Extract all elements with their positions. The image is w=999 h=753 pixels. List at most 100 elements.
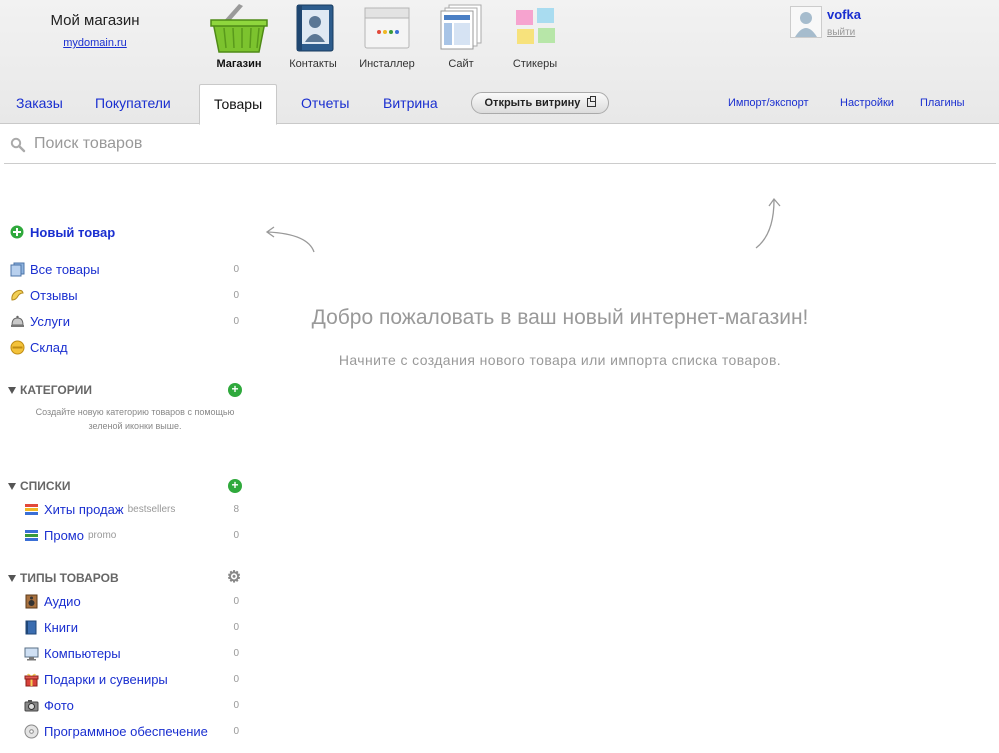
add-category-icon[interactable]: + (228, 383, 242, 397)
store-name: Мой магазин (50, 12, 140, 29)
item-count: 0 (233, 673, 239, 685)
services-bell-icon (10, 314, 25, 329)
tab-reports[interactable]: Отчеты (287, 84, 363, 124)
installer-icon (357, 2, 417, 54)
collapse-triangle-icon (8, 386, 16, 394)
logout-link[interactable]: выйти (827, 27, 855, 38)
sidebar-item-label: Склад (30, 339, 68, 355)
camera-icon (24, 698, 39, 713)
store-domain-link[interactable]: mydomain.ru (20, 37, 170, 49)
software-disc-icon (24, 724, 39, 739)
type-item-software[interactable]: Программное обеспечение 0 (24, 721, 242, 741)
section-title: СПИСКИ (20, 479, 71, 493)
lists-section-header[interactable]: СПИСКИ + (8, 478, 242, 494)
computer-icon (24, 646, 39, 661)
stickers-icon (505, 2, 565, 54)
books-icon (24, 620, 39, 635)
product-types-section-header[interactable]: ТИПЫ ТОВАРОВ ⚙ (8, 570, 242, 586)
type-item-label: Фото (44, 697, 74, 713)
sidebar-item-reviews[interactable]: Отзывы 0 (10, 285, 242, 305)
audio-speaker-icon (24, 594, 39, 609)
type-item-label: Аудио (44, 593, 81, 609)
type-item-computers[interactable]: Компьютеры 0 (24, 643, 242, 663)
tab-products[interactable]: Товары (199, 84, 278, 125)
list-item-id: bestsellers (127, 503, 176, 515)
sidebar: Новый товар Все товары 0 Отзывы 0 Услуги… (0, 165, 250, 753)
search-input[interactable] (34, 131, 934, 157)
categories-hint: Создайте новую категорию товаров с помощ… (35, 407, 235, 431)
app-label: Сайт (448, 58, 474, 70)
basket-icon (209, 2, 269, 54)
new-product-label: Новый товар (30, 224, 116, 240)
app-label: Контакты (289, 58, 337, 70)
tab-orders[interactable]: Заказы (2, 84, 77, 124)
app-installer[interactable]: Инсталлер (350, 2, 424, 70)
app-stickers[interactable]: Стикеры (498, 2, 572, 70)
external-window-icon (586, 96, 596, 107)
type-item-audio[interactable]: Аудио 0 (24, 591, 242, 611)
new-product-link[interactable]: Новый товар (10, 222, 242, 242)
settings-link[interactable]: Настройки (840, 84, 894, 122)
hint-arrow-up-icon (752, 196, 786, 255)
all-products-icon (10, 262, 25, 277)
sidebar-item-label: Все товары (30, 261, 100, 277)
plugins-link[interactable]: Плагины (920, 84, 965, 122)
app-label: Инсталлер (359, 58, 415, 70)
welcome-subtitle: Начните с создания нового товара или имп… (338, 352, 782, 368)
open-storefront-button[interactable]: Открыть витрину (471, 92, 609, 114)
list-item-label: Хиты продаж (44, 501, 124, 517)
item-count: 0 (233, 529, 239, 541)
sidebar-item-stock[interactable]: Склад (10, 337, 242, 357)
list-item-id: promo (87, 529, 117, 541)
add-list-icon[interactable]: + (228, 479, 242, 493)
sidebar-item-services[interactable]: Услуги 0 (10, 311, 242, 331)
app-switcher: Магазин Контакты Инсталлер Сайт Стикеры (202, 2, 572, 70)
add-circle-icon (10, 225, 25, 240)
tab-storefront[interactable]: Витрина (369, 84, 452, 124)
sidebar-item-all-products[interactable]: Все товары 0 (10, 259, 242, 279)
stock-icon (10, 340, 25, 355)
section-title: КАТЕГОРИИ (20, 383, 92, 397)
list-item-label: Промо (44, 527, 84, 543)
item-count: 0 (233, 725, 239, 737)
gift-icon (24, 672, 39, 687)
avatar[interactable] (790, 6, 822, 38)
search-icon (10, 137, 26, 153)
sidebar-item-label: Отзывы (30, 287, 78, 303)
sidebar-item-label: Услуги (30, 313, 70, 329)
item-count: 0 (233, 699, 239, 711)
collapse-triangle-icon (8, 574, 16, 582)
open-storefront-label: Открыть витрину (484, 97, 581, 109)
welcome-title: Добро пожаловать в ваш новый интернет-ма… (311, 306, 809, 329)
type-item-gifts[interactable]: Подарки и сувениры 0 (24, 669, 242, 689)
item-count: 0 (233, 263, 239, 275)
list-icon (24, 502, 39, 517)
main-tabs: Заказы Покупатели Товары Отчеты Витрина … (0, 84, 999, 125)
gear-icon[interactable]: ⚙ (226, 570, 242, 586)
user-name-link[interactable]: vofka (827, 7, 861, 22)
app-header: Мой магазин mydomain.ru Магазин Контакты… (0, 0, 999, 125)
list-item-bestsellers[interactable]: Хиты продаж bestsellers 8 (24, 499, 242, 519)
type-item-label: Компьютеры (44, 645, 121, 661)
app-shop[interactable]: Магазин (202, 2, 276, 70)
tab-customers[interactable]: Покупатели (81, 84, 185, 124)
item-count: 0 (233, 289, 239, 301)
section-title: ТИПЫ ТОВАРОВ (20, 571, 119, 585)
list-icon (24, 528, 39, 543)
search-bar (4, 125, 996, 164)
import-export-link[interactable]: Импорт/экспорт (728, 84, 809, 122)
item-count: 0 (233, 595, 239, 607)
type-item-label: Подарки и сувениры (44, 671, 168, 687)
app-contacts[interactable]: Контакты (276, 2, 350, 70)
item-count: 0 (233, 621, 239, 633)
site-pages-icon (431, 2, 491, 54)
type-item-books[interactable]: Книги 0 (24, 617, 242, 637)
app-label: Магазин (216, 58, 262, 70)
type-item-photo[interactable]: Фото 0 (24, 695, 242, 715)
categories-section-header[interactable]: КАТЕГОРИИ + (8, 382, 242, 398)
type-item-label: Программное обеспечение (44, 723, 208, 739)
item-count: 0 (233, 647, 239, 659)
list-item-promo[interactable]: Промо promo 0 (24, 525, 242, 545)
app-label: Стикеры (512, 58, 558, 70)
app-site[interactable]: Сайт (424, 2, 498, 70)
